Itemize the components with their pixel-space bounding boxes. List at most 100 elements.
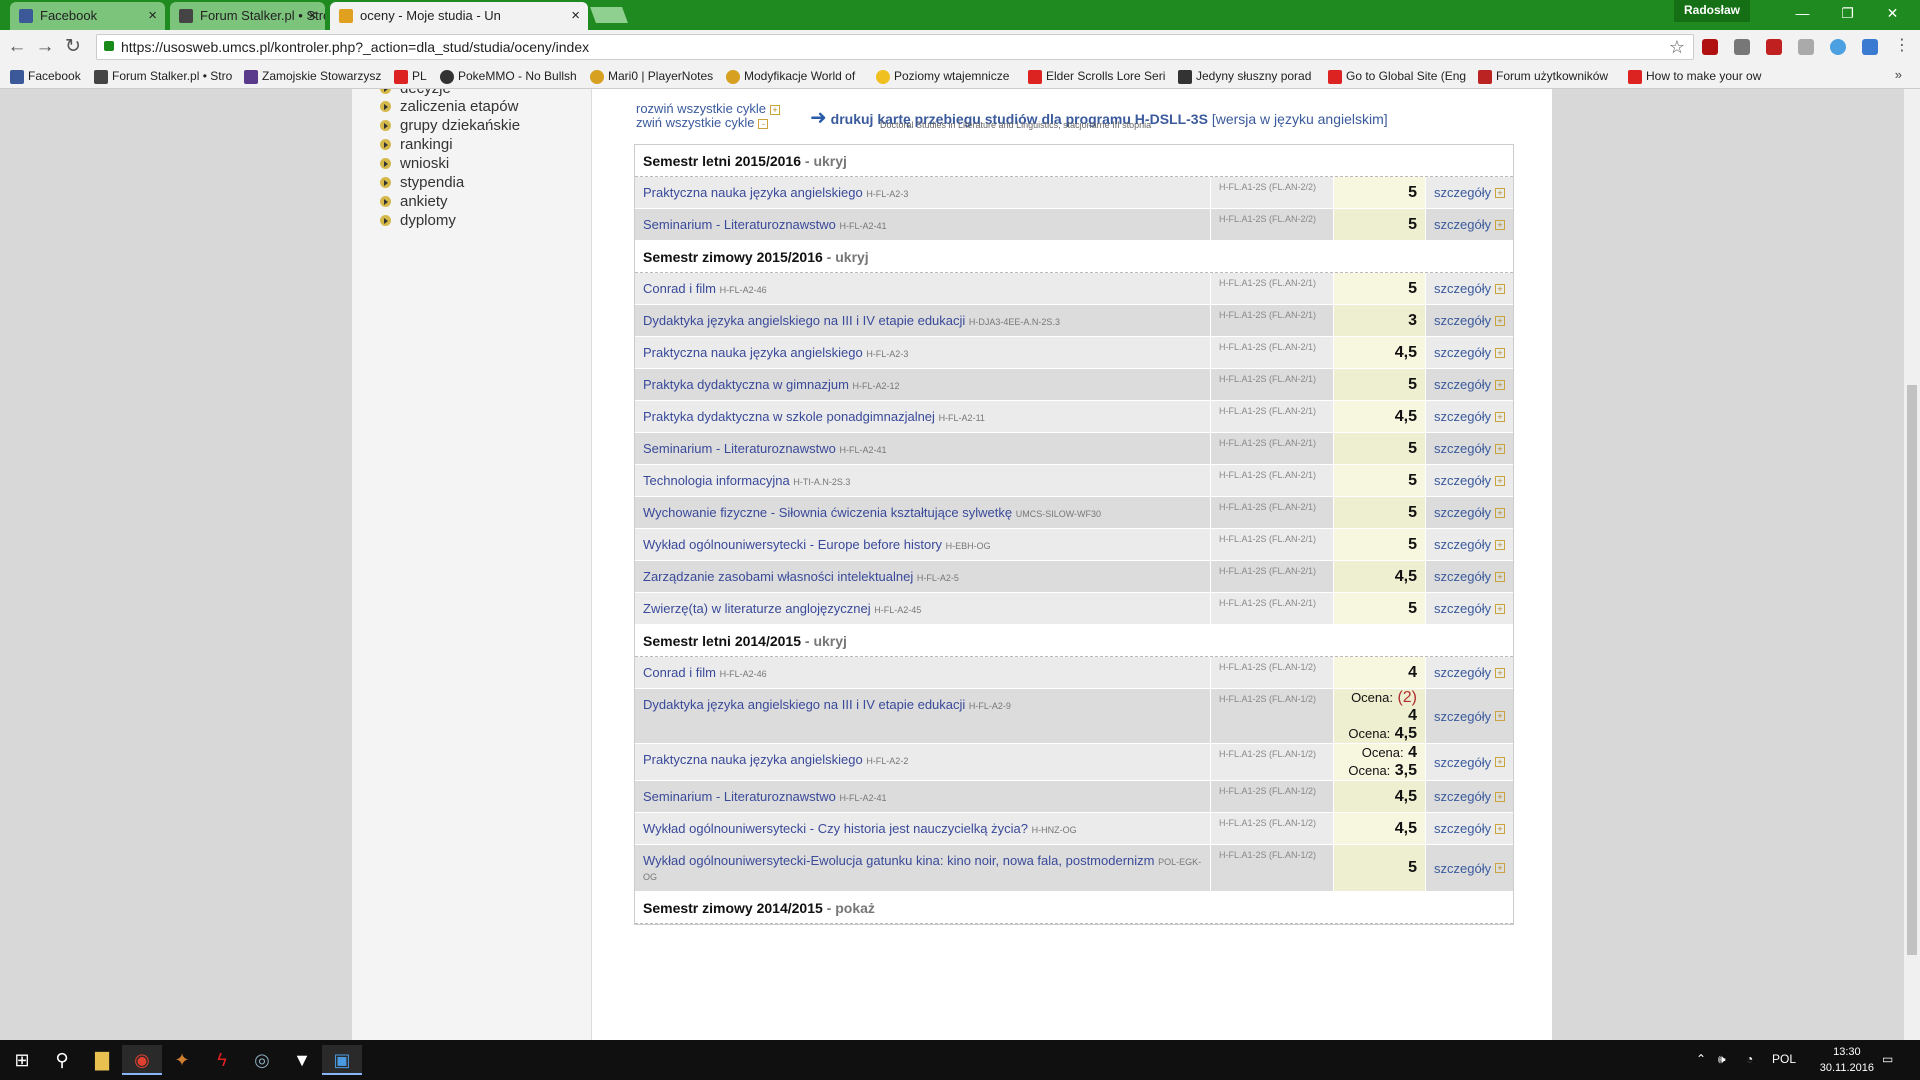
course-name-link[interactable]: Praktyka dydaktyczna w gimnazjum bbox=[643, 377, 849, 392]
details-link[interactable]: szczegóły + bbox=[1425, 305, 1513, 336]
bookmark-item[interactable]: Forum Stalker.pl • Stro bbox=[92, 67, 232, 86]
bookmark-item[interactable]: Go to Global Site (Eng bbox=[1326, 67, 1466, 86]
expand-all-link[interactable]: rozwiń wszystkie cykle + bbox=[636, 101, 781, 116]
sidebar-item-dyplomy[interactable]: dyplomy bbox=[380, 212, 456, 229]
bookmark-star-icon[interactable]: ☆ bbox=[1669, 35, 1685, 59]
menu-icon[interactable]: ⋮ bbox=[1894, 38, 1910, 55]
tab-forum-stalker[interactable]: Forum Stalker.pl • Strona × bbox=[170, 2, 325, 30]
vertical-scrollbar[interactable] bbox=[1904, 89, 1920, 1040]
details-link[interactable]: szczegóły + bbox=[1425, 593, 1513, 624]
details-link[interactable]: szczegóły + bbox=[1425, 781, 1513, 812]
tab-oceny[interactable]: oceny - Moje studia - Un × bbox=[330, 2, 588, 30]
bookmark-item[interactable]: How to make your ow bbox=[1626, 67, 1766, 86]
sidebar-item-zaliczenia[interactable]: zaliczenia etapów bbox=[380, 98, 518, 115]
app-window-icon[interactable]: ▣ bbox=[322, 1045, 362, 1075]
bookmark-item[interactable]: Modyfikacje World of bbox=[724, 67, 864, 86]
course-name-link[interactable]: Praktyka dydaktyczna w szkole ponadgimna… bbox=[643, 409, 935, 424]
sidebar-item-wnioski[interactable]: wnioski bbox=[380, 155, 449, 172]
shield-extension-icon[interactable] bbox=[1766, 39, 1782, 55]
course-name-link[interactable]: Conrad i film bbox=[643, 665, 716, 680]
details-link[interactable]: szczegóły + bbox=[1425, 369, 1513, 400]
details-link[interactable]: szczegóły + bbox=[1425, 561, 1513, 592]
bookmark-item[interactable]: Facebook bbox=[8, 67, 90, 86]
bookmark-item[interactable]: Poziomy wtajemnicze bbox=[874, 67, 1014, 86]
bookmark-item[interactable]: PokeMMO - No Bullsh bbox=[438, 67, 578, 86]
semester-toggle-link[interactable]: pokaż bbox=[835, 900, 875, 916]
sidebar-item-decyzje[interactable]: decyzje bbox=[380, 89, 451, 97]
tab-facebook[interactable]: Facebook × bbox=[10, 2, 165, 30]
details-link[interactable]: szczegóły + bbox=[1425, 813, 1513, 844]
start-icon[interactable]: ⊞ bbox=[2, 1045, 42, 1075]
details-link[interactable]: szczegóły + bbox=[1425, 744, 1513, 780]
sidebar-item-grupy[interactable]: grupy dziekańskie bbox=[380, 117, 520, 134]
close-icon[interactable]: × bbox=[308, 2, 317, 30]
bookmark-item[interactable]: Jedyny słuszny porad bbox=[1176, 67, 1316, 86]
game-icon[interactable]: ✦ bbox=[162, 1045, 202, 1075]
back-icon[interactable]: ← bbox=[4, 34, 30, 60]
details-link[interactable]: szczegóły + bbox=[1425, 845, 1513, 891]
course-name-link[interactable]: Zarządzanie zasobami własności intelektu… bbox=[643, 569, 913, 584]
network-icon[interactable]: ◔ bbox=[1746, 1052, 1753, 1066]
notifications-icon[interactable]: ▭ bbox=[1882, 1052, 1893, 1066]
course-name-link[interactable]: Wykład ogólnouniwersytecki - Czy histori… bbox=[643, 821, 1028, 836]
sidebar-item-rankingi[interactable]: rankingi bbox=[380, 136, 453, 153]
profile-name[interactable]: Radosław bbox=[1673, 0, 1750, 22]
course-name-link[interactable]: Wykład ogólnouniwersytecki - Europe befo… bbox=[643, 537, 942, 552]
course-name-link[interactable]: Conrad i film bbox=[643, 281, 716, 296]
language-indicator[interactable]: POL bbox=[1772, 1052, 1796, 1066]
chrome-icon[interactable]: ◉ bbox=[122, 1045, 162, 1075]
course-name-link[interactable]: Dydaktyka języka angielskiego na III i I… bbox=[643, 697, 965, 712]
semester-toggle-link[interactable]: ukryj bbox=[835, 249, 868, 265]
semester-toggle-link[interactable]: ukryj bbox=[813, 633, 846, 649]
sidebar-item-stypendia[interactable]: stypendia bbox=[380, 174, 464, 191]
wolf-icon[interactable]: ▼ bbox=[282, 1045, 322, 1075]
close-window-icon[interactable]: ✕ bbox=[1870, 0, 1915, 26]
new-tab-button[interactable] bbox=[590, 7, 628, 23]
course-name-link[interactable]: Praktyczna nauka języka angielskiego bbox=[643, 752, 863, 767]
restore-icon[interactable]: ❐ bbox=[1825, 0, 1870, 26]
volume-icon[interactable]: 🕪 bbox=[1718, 1052, 1726, 1067]
details-link[interactable]: szczegóły + bbox=[1425, 529, 1513, 560]
details-link[interactable]: szczegóły + bbox=[1425, 497, 1513, 528]
details-link[interactable]: szczegóły + bbox=[1425, 177, 1513, 208]
details-link[interactable]: szczegóły + bbox=[1425, 337, 1513, 368]
close-icon[interactable]: × bbox=[571, 2, 580, 30]
bookmark-item[interactable]: Zamojskie Stowarzysz bbox=[242, 67, 382, 86]
course-name-link[interactable]: Zwierzę(ta) w literaturze anglojęzycznej bbox=[643, 601, 871, 616]
more-bookmarks-button[interactable]: » bbox=[1895, 67, 1902, 82]
details-link[interactable]: szczegóły + bbox=[1425, 657, 1513, 688]
course-name-link[interactable]: Wychowanie fizyczne - Siłownia ćwiczenia… bbox=[643, 505, 1012, 520]
details-link[interactable]: szczegóły + bbox=[1425, 433, 1513, 464]
bookmark-item[interactable]: Elder Scrolls Lore Seri bbox=[1026, 67, 1166, 86]
details-link[interactable]: szczegóły + bbox=[1425, 273, 1513, 304]
details-link[interactable]: szczegóły + bbox=[1425, 401, 1513, 432]
steam-icon[interactable]: ◎ bbox=[242, 1045, 282, 1075]
flash-icon[interactable]: ϟ bbox=[202, 1045, 242, 1075]
collapse-all-link[interactable]: zwiń wszystkie cykle - bbox=[636, 115, 769, 130]
document-extension-icon[interactable] bbox=[1798, 39, 1814, 55]
mail-icon[interactable] bbox=[1734, 39, 1750, 55]
course-name-link[interactable]: Praktyczna nauka języka angielskiego bbox=[643, 185, 863, 200]
details-link[interactable]: szczegóły + bbox=[1425, 689, 1513, 743]
details-link[interactable]: szczegóły + bbox=[1425, 465, 1513, 496]
play-extension-icon[interactable] bbox=[1830, 39, 1846, 55]
course-name-link[interactable]: Wykład ogólnouniwersytecki-Ewolucja gatu… bbox=[643, 853, 1154, 868]
bookmark-item[interactable]: Forum użytkowników bbox=[1476, 67, 1616, 86]
forward-icon[interactable]: → bbox=[32, 34, 58, 60]
sidebar-item-ankiety[interactable]: ankiety bbox=[380, 193, 448, 210]
reload-icon[interactable]: ↻ bbox=[60, 34, 86, 60]
bookmark-item[interactable]: PL bbox=[392, 67, 442, 86]
course-name-link[interactable]: Seminarium - Literaturoznawstwo bbox=[643, 789, 836, 804]
semester-toggle-link[interactable]: ukryj bbox=[813, 153, 846, 169]
details-link[interactable]: szczegóły + bbox=[1425, 209, 1513, 240]
search-icon[interactable]: ⚲ bbox=[42, 1045, 82, 1075]
tray-chevron-icon[interactable]: ⌃ bbox=[1696, 1052, 1706, 1066]
english-version-link[interactable]: [wersja w języku angielskim] bbox=[1212, 111, 1388, 127]
lock-extension-icon[interactable] bbox=[1862, 39, 1878, 55]
ublock-icon[interactable] bbox=[1702, 39, 1718, 55]
minimize-icon[interactable]: — bbox=[1780, 0, 1825, 26]
course-name-link[interactable]: Seminarium - Literaturoznawstwo bbox=[643, 441, 836, 456]
close-icon[interactable]: × bbox=[148, 2, 157, 30]
file-explorer-icon[interactable]: ▇ bbox=[82, 1045, 122, 1075]
scrollbar-thumb[interactable] bbox=[1907, 385, 1917, 955]
